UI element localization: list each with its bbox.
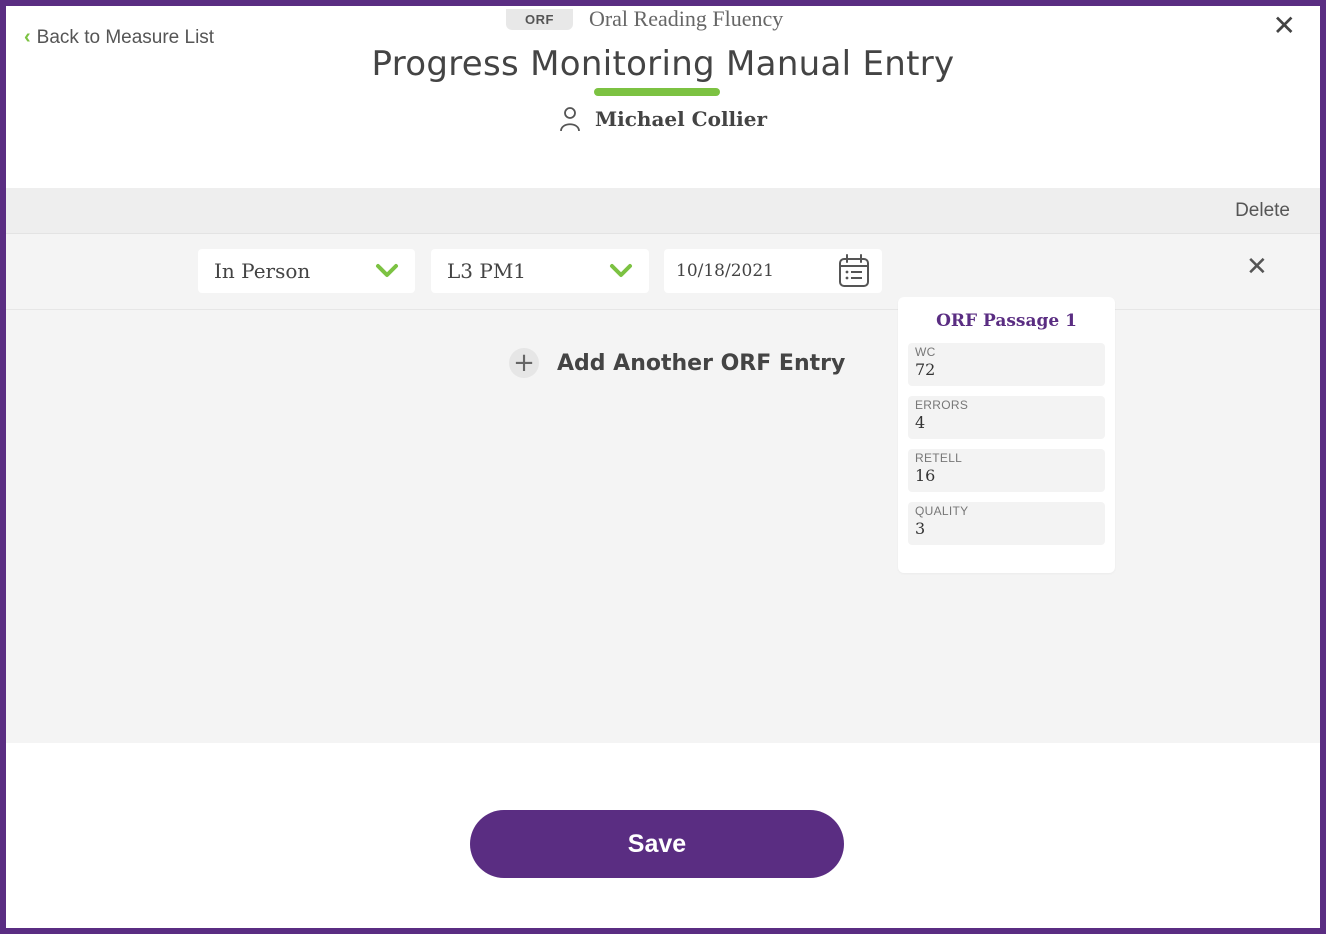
passage-select[interactable]: L3 PM1: [431, 249, 649, 293]
title-underline: [594, 88, 720, 96]
retell-score-field[interactable]: RETELL 16: [908, 449, 1105, 492]
score-card-title: ORF Passage 1: [936, 311, 1077, 331]
orf-passage-score-card: ORF Passage 1 WC 72 ERRORS 4 RETELL 16 Q…: [898, 297, 1115, 573]
plus-icon: +: [509, 348, 539, 378]
score-field-label: WC: [915, 345, 936, 359]
entries-panel: Delete In Person L3 PM1 10/18/2021 ✕ ORF…: [6, 188, 1320, 743]
page-title: Progress Monitoring Manual Entry: [371, 44, 955, 84]
save-button[interactable]: Save: [470, 810, 844, 878]
student-info: Michael Collier: [6, 106, 1320, 132]
delete-button[interactable]: Delete: [1235, 200, 1290, 222]
quality-score-field[interactable]: QUALITY 3: [908, 502, 1105, 545]
measure-name: Oral Reading Fluency: [588, 6, 784, 31]
score-field-value: 4: [915, 413, 926, 432]
entries-toolbar: Delete: [6, 188, 1320, 234]
add-another-entry-button[interactable]: + Add Another ORF Entry: [509, 348, 845, 378]
score-field-value: 3: [915, 519, 926, 538]
orf-entry-row: In Person L3 PM1 10/18/2021 ✕ ORF Passag…: [6, 234, 1320, 573]
score-field-label: RETELL: [915, 451, 963, 465]
measure-badge: ORF: [506, 8, 573, 30]
errors-score-field[interactable]: ERRORS 4: [908, 396, 1105, 439]
person-icon: [560, 107, 580, 132]
student-name: Michael Collier: [594, 107, 767, 131]
score-field-label: ERRORS: [915, 398, 969, 412]
wc-score-field[interactable]: WC 72: [908, 343, 1105, 386]
modal-window: ‹ Back to Measure List ✕ ORF Oral Readin…: [0, 0, 1326, 934]
score-field-label: QUALITY: [915, 504, 969, 518]
close-icon[interactable]: ✕: [1273, 12, 1296, 40]
calendar-icon[interactable]: [838, 254, 870, 288]
chevron-down-icon: [376, 264, 398, 277]
score-field-value: 16: [915, 466, 936, 485]
measure-header: ORF Oral Reading Fluency: [506, 6, 783, 32]
administration-mode-select[interactable]: In Person: [198, 249, 415, 293]
add-entry-label: Add Another ORF Entry: [557, 350, 846, 376]
passage-value: L3 PM1: [447, 259, 527, 283]
chevron-down-icon: [610, 264, 632, 277]
date-input[interactable]: [676, 261, 816, 281]
remove-entry-close-icon[interactable]: ✕: [1246, 254, 1268, 280]
administration-mode-value: In Person: [214, 259, 311, 283]
date-field: [664, 249, 882, 293]
score-field-value: 72: [915, 360, 936, 379]
